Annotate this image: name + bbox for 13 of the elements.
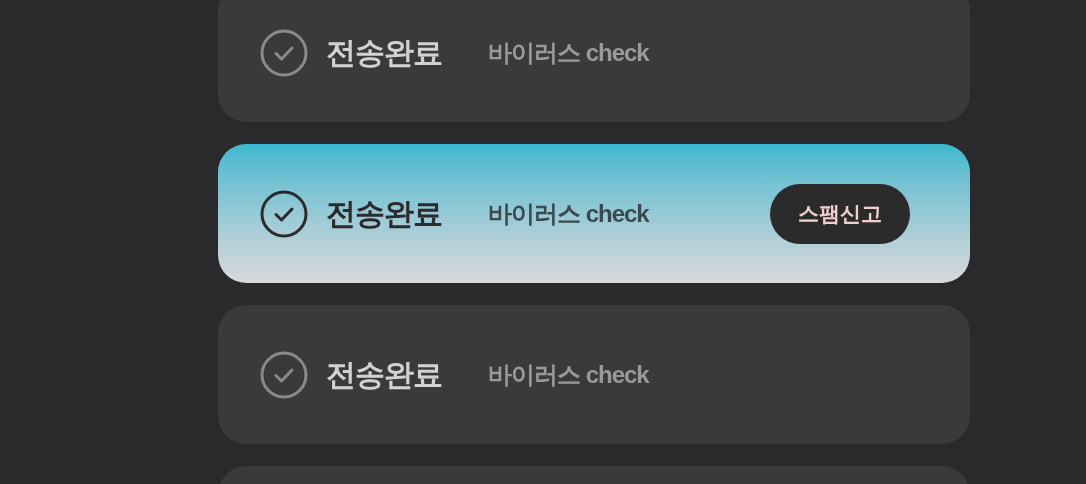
transfer-card[interactable]: 전송완료 바이러스 check xyxy=(218,305,970,444)
spam-report-button[interactable]: 스팸신고 xyxy=(770,183,910,244)
check-circle-icon xyxy=(260,350,308,399)
transfer-card[interactable]: 전송완료 바이러스 check 스팸신고 xyxy=(218,144,970,283)
status-label: 전송완료 xyxy=(326,357,443,393)
note-label: 바이러스 check xyxy=(488,37,649,68)
note-label: 바이러스 check xyxy=(488,198,649,229)
transfer-card[interactable]: 전송완료 바이러스 check xyxy=(218,0,970,122)
check-circle-icon xyxy=(260,28,308,77)
note-label: 바이러스 check xyxy=(488,359,649,390)
check-circle-icon xyxy=(260,189,308,238)
status-label: 전송완료 xyxy=(326,196,443,232)
status-label: 전송완료 xyxy=(326,35,443,71)
